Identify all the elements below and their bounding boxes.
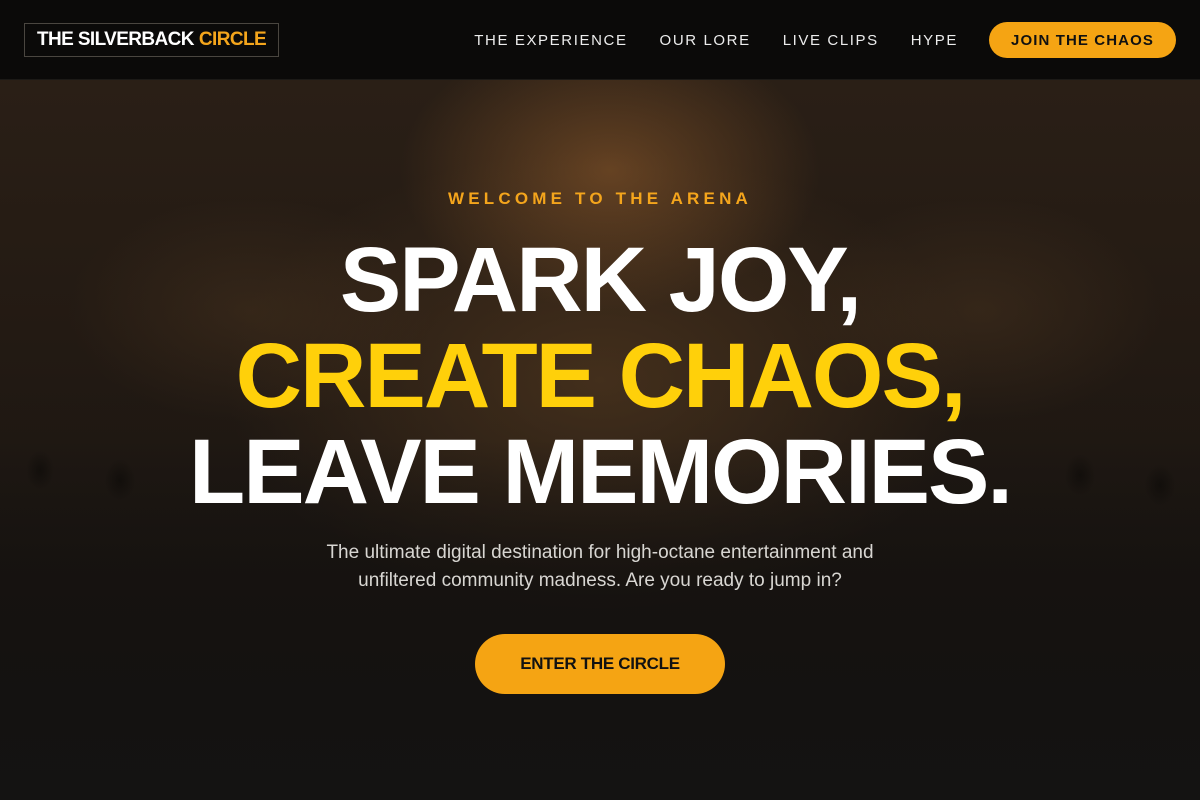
nav-link-live-clips[interactable]: LIVE CLIPS bbox=[783, 32, 879, 49]
hero-description: The ultimate digital destination for hig… bbox=[250, 539, 950, 595]
hero-description-line-2: unfiltered community madness. Are you re… bbox=[358, 570, 842, 591]
hero-headline: SPARK JOY, CREATE CHAOS, LEAVE MEMORIES. bbox=[0, 232, 1200, 520]
headline-line-2: CREATE CHAOS, bbox=[235, 325, 967, 427]
headline-line-3: LEAVE MEMORIES. bbox=[189, 421, 1013, 523]
hero-description-line-1: The ultimate digital destination for hig… bbox=[326, 542, 874, 563]
headline-line-1: SPARK JOY, bbox=[339, 229, 862, 331]
hero-eyebrow: WELCOME TO THE ARENA bbox=[447, 189, 753, 208]
nav-link-the-experience[interactable]: THE EXPERIENCE bbox=[474, 32, 627, 49]
join-the-chaos-button[interactable]: JOIN THE CHAOS bbox=[989, 22, 1176, 58]
nav-link-hype[interactable]: HYPE bbox=[911, 32, 958, 49]
nav-link-our-lore[interactable]: OUR LORE bbox=[660, 32, 751, 49]
landing-page: THE SILVERBACK CIRCLE THE EXPERIENCE OUR… bbox=[0, 0, 1200, 800]
enter-the-circle-button[interactable]: ENTER THE CIRCLE bbox=[475, 634, 725, 694]
top-navigation-bar: THE SILVERBACK CIRCLE THE EXPERIENCE OUR… bbox=[0, 0, 1200, 80]
nav-links: THE EXPERIENCE OUR LORE LIVE CLIPS HYPE bbox=[0, 0, 958, 80]
